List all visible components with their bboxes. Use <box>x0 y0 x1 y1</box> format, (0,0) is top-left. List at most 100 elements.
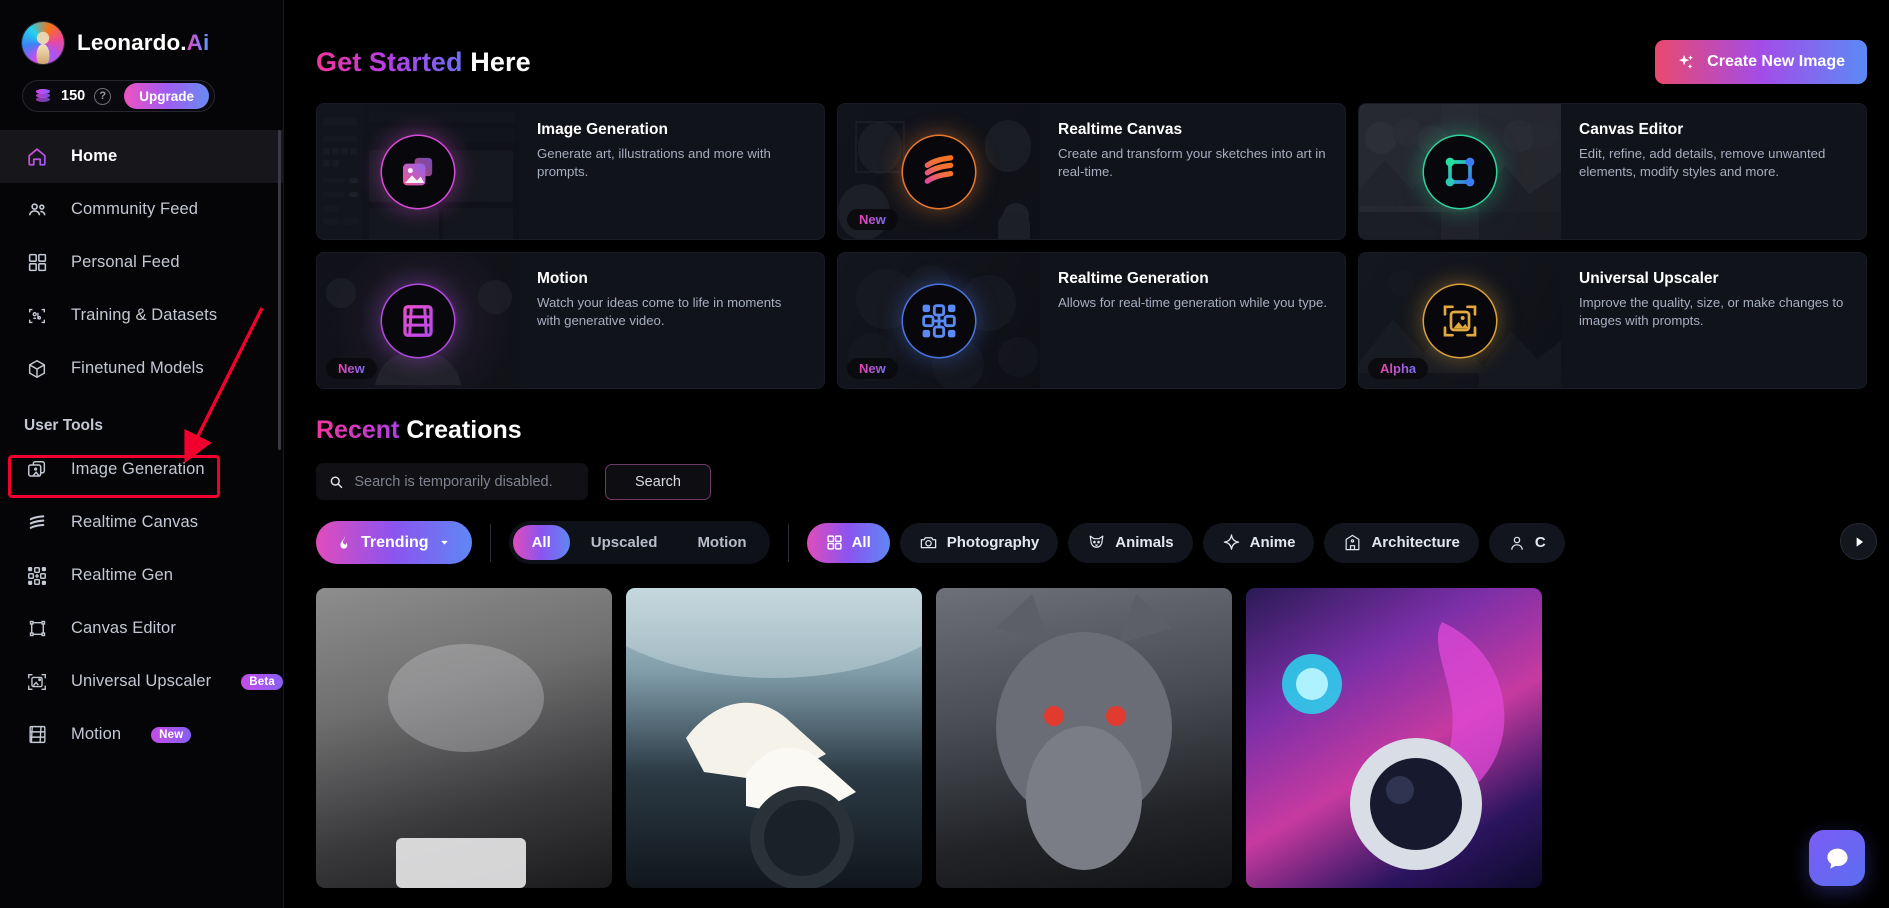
sidebar-scrollbar[interactable] <box>278 130 281 450</box>
category-filter-label: Animals <box>1115 534 1174 551</box>
sidebar-item-motion[interactable]: Motion New <box>0 708 283 761</box>
card-description: Allows for real-time generation while yo… <box>1058 295 1328 310</box>
search-box[interactable] <box>316 463 588 500</box>
card-text: Realtime Canvas Create and transform you… <box>1040 104 1345 239</box>
realtime-gen-icon <box>922 303 956 338</box>
feature-card-canvas-editor[interactable]: Canvas Editor Edit, refine, add details,… <box>1358 103 1867 240</box>
card-badge: New <box>326 358 377 379</box>
category-filter-photography[interactable]: Photography <box>899 522 1059 563</box>
sidebar-item-label: Personal Feed <box>71 253 180 271</box>
card-icon-circle <box>382 135 454 208</box>
page-title-gradient: Get Started <box>316 46 463 77</box>
sidebar-badge-new: New <box>151 726 192 743</box>
filter-divider <box>489 523 491 562</box>
category-filter-anime[interactable]: Anime <box>1202 522 1315 563</box>
feature-card-realtime-generation[interactable]: New Realtime Generation Allows for real-… <box>837 252 1346 389</box>
brand-name: Leonardo.Ai <box>77 30 209 56</box>
sidebar-item-label: Training & Datasets <box>71 306 218 324</box>
feature-card-realtime-canvas[interactable]: New Realtime Canvas Create and transform… <box>837 103 1346 240</box>
card-description: Generate art, illustrations and more wit… <box>537 146 771 180</box>
sidebar-item-home[interactable]: Home <box>0 130 283 183</box>
sidebar-item-realtime-gen[interactable]: Realtime Gen <box>0 549 283 602</box>
sidebar-item-finetuned-models[interactable]: Finetuned Models <box>0 342 283 395</box>
upscaler-icon <box>1443 305 1477 336</box>
creation-thumbnail[interactable] <box>1246 588 1542 888</box>
canvas-editor-icon <box>1445 157 1475 186</box>
card-title: Image Generation <box>537 121 668 138</box>
sidebar-item-canvas-editor[interactable]: Canvas Editor <box>0 602 283 655</box>
card-text: Universal Upscaler Improve the quality, … <box>1561 253 1866 388</box>
creations-gallery <box>316 588 1889 888</box>
sidebar-nav-primary: Home Community Feed Personal Feed Traini… <box>0 130 283 395</box>
card-title: Realtime Generation <box>1058 270 1209 287</box>
sparkle-icon <box>1223 534 1239 550</box>
sidebar-item-label: Home <box>71 147 118 165</box>
creation-thumbnail[interactable] <box>316 588 612 888</box>
upgrade-button[interactable]: Upgrade <box>124 83 209 109</box>
creation-thumbnail[interactable] <box>936 588 1232 888</box>
category-filter-characters[interactable]: C <box>1488 522 1565 563</box>
feature-cards-grid: Image Generation Generate art, illustrat… <box>316 103 1867 389</box>
realtime-canvas-icon <box>24 510 50 536</box>
sidebar-item-training-datasets[interactable]: Training & Datasets <box>0 289 283 342</box>
chat-bubble-icon <box>1826 848 1848 869</box>
grid-icon <box>827 535 842 550</box>
credits-pill[interactable]: 150 ? Upgrade <box>22 80 215 112</box>
camera-icon <box>920 537 937 549</box>
filters-next-button[interactable] <box>1840 523 1877 560</box>
chat-support-button[interactable] <box>1809 830 1865 886</box>
brand[interactable]: Leonardo.Ai <box>0 0 283 64</box>
card-badge: Alpha <box>1368 358 1429 379</box>
create-new-image-button[interactable]: Create New Image <box>1655 40 1867 84</box>
page-title: Get Started Here <box>316 47 531 78</box>
type-filter-motion[interactable]: Motion <box>678 525 765 560</box>
type-filter-upscaled[interactable]: Upscaled <box>572 525 677 560</box>
cube-icon <box>24 356 50 382</box>
sidebar-item-universal-upscaler[interactable]: Universal Upscaler Beta <box>0 655 283 708</box>
card-badge: New <box>847 358 898 379</box>
app-root: Leonardo.Ai 150 ? Upgrade Home Community… <box>0 0 1889 908</box>
sidebar-item-image-generation[interactable]: Image Generation <box>0 443 283 496</box>
image-generation-icon <box>403 157 433 185</box>
avatar <box>22 22 64 64</box>
card-title: Realtime Canvas <box>1058 121 1183 138</box>
help-icon[interactable]: ? <box>94 87 112 105</box>
sidebar-item-personal-feed[interactable]: Personal Feed <box>0 236 283 289</box>
search-input[interactable] <box>354 473 575 490</box>
category-filter-label: Architecture <box>1371 534 1460 551</box>
sidebar-item-realtime-canvas[interactable]: Realtime Canvas <box>0 496 283 549</box>
filter-divider <box>787 523 789 562</box>
feature-card-universal-upscaler[interactable]: Alpha Universal Upscaler Improve the qua… <box>1358 252 1867 389</box>
type-filter-all[interactable]: All <box>512 525 570 560</box>
chevron-right-icon <box>1856 536 1863 547</box>
card-description: Improve the quality, size, or make chang… <box>1579 295 1844 329</box>
card-text: Motion Watch your ideas come to life in … <box>519 253 824 388</box>
card-icon-circle <box>1424 135 1496 208</box>
filter-bar: Trending All Upscaled Motion All Photogr… <box>316 521 1889 564</box>
images-icon <box>24 457 50 483</box>
category-filter-all[interactable]: All <box>806 522 890 563</box>
category-filter-architecture[interactable]: Architecture <box>1324 522 1479 563</box>
category-filter-label: Photography <box>946 534 1040 551</box>
card-artwork: Alpha <box>1359 253 1561 388</box>
creation-thumbnail[interactable] <box>626 588 922 888</box>
sidebar: Leonardo.Ai 150 ? Upgrade Home Community… <box>0 0 284 908</box>
feature-card-image-generation[interactable]: Image Generation Generate art, illustrat… <box>316 103 825 240</box>
card-icon-circle <box>903 135 975 208</box>
flame-icon <box>340 536 348 549</box>
community-icon <box>24 197 50 223</box>
sort-trending-dropdown[interactable]: Trending <box>316 521 472 564</box>
sidebar-nav-tools: Image Generation Realtime Canvas Realtim… <box>0 443 283 761</box>
recent-title-gradient: Recent <box>316 416 400 444</box>
motion-icon <box>403 304 433 337</box>
card-text: Realtime Generation Allows for real-time… <box>1040 253 1343 388</box>
sidebar-item-community-feed[interactable]: Community Feed <box>0 183 283 236</box>
feature-card-motion[interactable]: New Motion Watch your ideas come to life… <box>316 252 825 389</box>
search-button[interactable]: Search <box>605 463 711 500</box>
card-text: Canvas Editor Edit, refine, add details,… <box>1561 104 1866 239</box>
search-icon <box>330 476 343 488</box>
realtime-gen-icon <box>24 563 50 589</box>
upscaler-icon <box>24 669 50 695</box>
card-description: Edit, refine, add details, remove unwant… <box>1579 146 1826 180</box>
category-filter-animals[interactable]: Animals <box>1068 522 1193 563</box>
